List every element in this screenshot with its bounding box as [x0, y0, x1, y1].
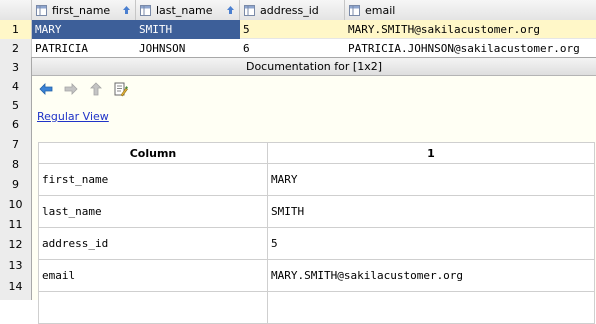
column-header-first-name[interactable]: first_name: [32, 0, 136, 20]
table-row[interactable]: MARY SMITH 5 MARY.SMITH@sakilacustomer.o…: [32, 20, 596, 39]
table-row: address_id 5: [38, 227, 595, 260]
table-cell[interactable]: MARY.SMITH@sakilacustomer.org: [345, 20, 596, 39]
row-number[interactable]: 5: [0, 96, 31, 115]
back-button[interactable]: [38, 81, 54, 97]
row-number[interactable]: 10: [0, 195, 31, 214]
row-number[interactable]: 14: [0, 277, 31, 296]
row-number[interactable]: 4: [0, 77, 31, 96]
column-label: first_name: [52, 3, 111, 17]
up-button[interactable]: [88, 81, 104, 97]
field-name-cell: last_name: [38, 195, 268, 228]
table-header-row: Column 1: [38, 142, 595, 164]
row-number[interactable]: 6: [0, 115, 31, 134]
column-header: Column: [38, 142, 268, 164]
field-value-cell: SMITH: [267, 195, 595, 228]
field-value-cell: MARY: [267, 163, 595, 196]
regular-view-link[interactable]: Regular View: [37, 110, 109, 123]
table-row: first_name MARY: [38, 163, 595, 196]
field-value-cell: 5: [267, 227, 595, 260]
sort-arrow-icon[interactable]: [226, 5, 235, 15]
field-name-cell: address_id: [38, 227, 268, 260]
forward-button[interactable]: [63, 81, 79, 97]
up-icon: [90, 82, 102, 96]
row-number[interactable]: 2: [0, 39, 31, 58]
row-number-gutter: 1 2 3 4 5 6 7 8 9 10 11 12 13 14: [0, 20, 32, 300]
sort-arrow-icon[interactable]: [122, 5, 131, 15]
table-cell[interactable]: 6: [240, 39, 345, 58]
back-icon: [39, 83, 53, 95]
table-cell[interactable]: 5: [240, 20, 345, 39]
grid-header: first_name last_name address_id email: [0, 0, 596, 21]
table-cell[interactable]: SMITH: [136, 20, 240, 39]
edit-source-icon: [114, 82, 128, 96]
row-number[interactable]: 12: [0, 235, 31, 254]
row-number[interactable]: 8: [0, 155, 31, 174]
field-name-cell: [38, 291, 268, 324]
table-column-icon: [36, 4, 47, 16]
table-row: [38, 291, 595, 324]
column-label: email: [365, 3, 396, 17]
table-column-icon: [244, 4, 255, 16]
documentation-table: Column 1 first_name MARY last_name SMITH…: [38, 142, 595, 324]
row-number[interactable]: 1: [0, 20, 31, 39]
row-number[interactable]: 9: [0, 175, 31, 194]
column-header: 1: [267, 142, 595, 164]
field-value-cell: [267, 291, 595, 324]
table-cell[interactable]: MARY: [32, 20, 136, 39]
table-cell[interactable]: PATRICIA.JOHNSON@sakilacustomer.org: [345, 39, 596, 58]
table-row[interactable]: PATRICIA JOHNSON 6 PATRICIA.JOHNSON@saki…: [32, 39, 596, 58]
column-header-address-id[interactable]: address_id: [240, 0, 345, 20]
field-name-cell: first_name: [38, 163, 268, 196]
table-row: email MARY.SMITH@sakilacustomer.org: [38, 259, 595, 292]
field-value-cell: MARY.SMITH@sakilacustomer.org: [267, 259, 595, 292]
table-cell[interactable]: JOHNSON: [136, 39, 240, 58]
column-label: address_id: [260, 3, 319, 17]
popup-title: Documentation for [1x2]: [32, 58, 596, 76]
table-column-icon: [140, 4, 151, 16]
row-number[interactable]: 13: [0, 256, 31, 275]
table-cell[interactable]: PATRICIA: [32, 39, 136, 58]
row-number[interactable]: 11: [0, 215, 31, 234]
documentation-popup: Documentation for [1x2] Regular View Col…: [31, 57, 596, 324]
column-header-last-name[interactable]: last_name: [136, 0, 240, 20]
doc-toolbar: [38, 80, 129, 98]
column-label: last_name: [156, 3, 213, 17]
table-column-icon: [349, 4, 360, 16]
row-number[interactable]: 7: [0, 135, 31, 154]
table-row: last_name SMITH: [38, 195, 595, 228]
gutter-header: [0, 0, 32, 20]
row-number[interactable]: 3: [0, 58, 31, 77]
forward-icon: [64, 83, 78, 95]
edit-source-button[interactable]: [113, 81, 129, 97]
column-header-email[interactable]: email: [345, 0, 596, 20]
field-name-cell: email: [38, 259, 268, 292]
